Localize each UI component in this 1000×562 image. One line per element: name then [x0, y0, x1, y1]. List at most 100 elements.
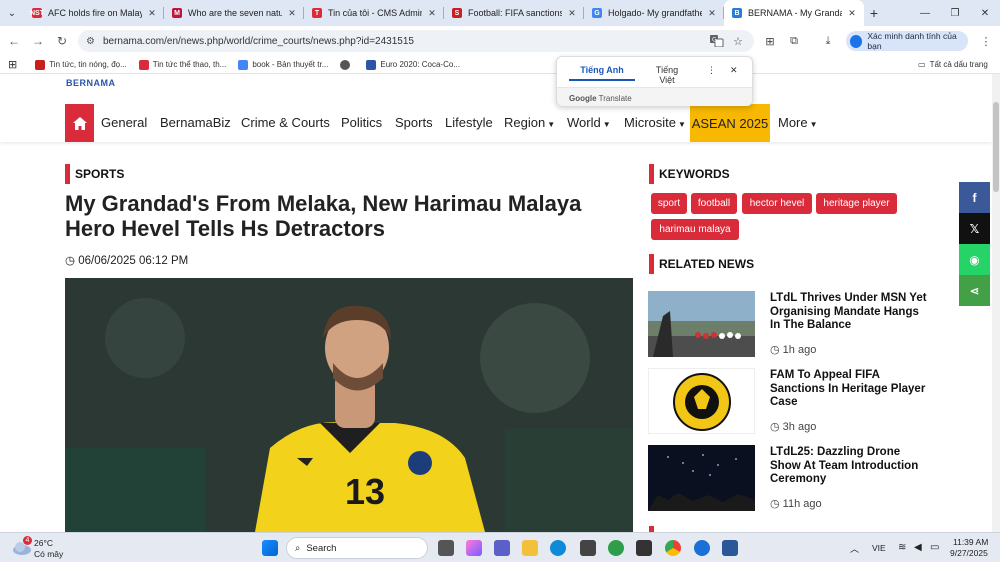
share-x-button[interactable]: 𝕏 — [959, 213, 990, 244]
reload-icon[interactable]: ↻ — [50, 29, 74, 53]
wifi-icon[interactable]: ≋ — [898, 542, 906, 553]
site-info-icon[interactable]: ⚙ — [86, 36, 95, 47]
tab-search-icon[interactable]: ⌄ — [0, 0, 24, 26]
address-bar[interactable]: ⚙ bernama.com/en/news.php/world/crime_co… — [78, 30, 754, 52]
nav-crime-courts[interactable]: Crime & Courts — [241, 115, 330, 130]
zalo-icon[interactable] — [694, 540, 710, 556]
nav-general[interactable]: General — [101, 115, 147, 130]
tab-close-icon[interactable]: ✕ — [846, 8, 858, 19]
browser-menu-icon[interactable]: ⋮ — [976, 30, 996, 52]
weather-widget[interactable]: 4 26°C Có mây — [10, 536, 80, 560]
bookmark-item[interactable]: Tin tức, tin nóng, đọ... — [35, 59, 127, 70]
translate-lang-target-tab[interactable]: Tiếng Việt — [647, 65, 687, 85]
browser-tab[interactable]: B BERNAMA - My Grandad's ✕ — [724, 0, 864, 26]
share-facebook-button[interactable]: f — [959, 182, 990, 213]
share-whatsapp-button[interactable]: ◉ — [959, 244, 990, 275]
tab-close-icon[interactable]: ✕ — [426, 8, 438, 19]
related-news-title[interactable]: LTdL25: Dazzling Drone Show At Team Intr… — [770, 446, 930, 487]
browser-tab[interactable]: S Football: FIFA sanctions: Fo ✕ — [444, 0, 584, 26]
scrollbar-thumb[interactable] — [993, 102, 999, 192]
nav-more[interactable]: More ▼ — [778, 115, 818, 130]
folder-icon: ▭ — [918, 60, 926, 69]
teams-icon[interactable] — [494, 540, 510, 556]
keyword-tag[interactable]: sport — [651, 193, 687, 214]
maximize-icon[interactable]: ❐ — [940, 0, 970, 26]
related-news-image[interactable] — [648, 291, 755, 357]
tab-close-icon[interactable]: ✕ — [286, 8, 298, 19]
bookmark-item[interactable] — [340, 59, 354, 70]
file-explorer-icon[interactable] — [522, 540, 538, 556]
back-icon[interactable]: ← — [2, 29, 26, 53]
nav-asean-2025[interactable]: ASEAN 2025 — [690, 104, 770, 142]
extensions-icon[interactable]: ⧉ — [784, 30, 804, 52]
minimize-icon[interactable]: — — [910, 0, 940, 26]
chrome-icon[interactable] — [665, 540, 681, 556]
edge-icon[interactable] — [550, 540, 566, 556]
bookmark-star-icon[interactable]: ☆ — [728, 30, 748, 52]
media-icon[interactable]: ⊞ — [760, 30, 780, 52]
home-button[interactable] — [65, 104, 94, 142]
new-tab-button[interactable]: + — [864, 5, 884, 21]
article-category-label[interactable]: SPORTS — [75, 167, 124, 181]
tray-chevron-icon[interactable]: ︿ — [850, 542, 859, 555]
nav-region[interactable]: Region ▼ — [504, 115, 555, 130]
related-news-image[interactable] — [648, 368, 755, 434]
tab-close-icon[interactable]: ✕ — [566, 8, 578, 19]
word-icon[interactable] — [722, 540, 738, 556]
caret-down-icon: ▼ — [678, 120, 686, 129]
app-green-icon[interactable] — [608, 540, 624, 556]
related-news-title[interactable]: FAM To Appeal FIFA Sanctions In Heritage… — [770, 369, 930, 410]
store-icon[interactable] — [580, 540, 596, 556]
bookmark-item[interactable]: Euro 2020: Coca-Co... — [366, 59, 460, 70]
clock-time[interactable]: 11:39 AM — [953, 537, 988, 547]
copilot-icon[interactable] — [466, 540, 482, 556]
nav-politics[interactable]: Politics — [341, 115, 382, 130]
nav-lifestyle[interactable]: Lifestyle — [445, 115, 493, 130]
svg-text:G: G — [712, 37, 717, 44]
taskbar-search[interactable]: ⌕ Search — [286, 537, 428, 559]
translate-close-icon[interactable]: ✕ — [730, 65, 738, 81]
tab-list: NST AFC holds fire on Malaysia ✕ M Who are t… — [24, 0, 864, 26]
translate-options-icon[interactable]: ⋮ — [707, 65, 716, 81]
volume-icon[interactable]: ◀ — [914, 542, 922, 553]
keyword-tag[interactable]: harimau malaya — [651, 219, 739, 240]
page-scrollbar[interactable] — [992, 74, 1000, 536]
profile-verify-button[interactable]: Xác minh danh tính của bạn — [846, 31, 968, 51]
input-lang[interactable]: VIE — [872, 543, 886, 553]
share-generic-button[interactable]: ⋖ — [959, 275, 990, 306]
forward-icon[interactable]: → — [26, 29, 50, 53]
all-bookmarks-button[interactable]: ▭ Tất cả dấu trang — [918, 60, 988, 69]
browser-tab[interactable]: T Tin của tôi - CMS Admin ✕ — [304, 0, 444, 26]
apps-grid-icon[interactable]: ⊞ — [8, 58, 17, 71]
browser-tab[interactable]: G Holgado- My grandfather ✕ — [584, 0, 724, 26]
translate-lang-source-tab[interactable]: Tiếng Anh — [569, 65, 635, 81]
browser-tab[interactable]: M Who are the seven naturali ✕ — [164, 0, 304, 26]
related-news-title[interactable]: LTdL Thrives Under MSN Yet Organising Ma… — [770, 292, 930, 333]
battery-icon[interactable]: ▭ — [930, 542, 939, 553]
related-news-heading-label: RELATED NEWS — [659, 257, 755, 271]
task-view-icon[interactable] — [438, 540, 454, 556]
nav-bernamabiz[interactable]: BernamaBiz — [160, 115, 231, 130]
related-news-image[interactable] — [648, 445, 755, 511]
translate-icon[interactable]: G — [707, 30, 727, 52]
bookmark-favicon-icon — [138, 59, 149, 70]
nav-world[interactable]: World ▼ — [567, 115, 611, 130]
home-icon — [72, 116, 87, 130]
app-dark-icon[interactable] — [636, 540, 652, 556]
download-icon[interactable]: ⤓ — [818, 30, 838, 52]
browser-tab[interactable]: NST AFC holds fire on Malaysia ✕ — [24, 0, 164, 26]
tab-close-icon[interactable]: ✕ — [706, 8, 718, 19]
bookmark-item[interactable]: Tin tức thể thao, th... — [138, 59, 226, 70]
site-logo[interactable]: BERNAMA — [66, 78, 116, 88]
nav-sports[interactable]: Sports — [395, 115, 433, 130]
bookmark-item[interactable]: book - Bản thuyết tr... — [238, 59, 328, 70]
keyword-tag[interactable]: heritage player — [816, 193, 897, 214]
bookmarks-bar: ⊞ Tin tức, tin nóng, đọ... Tin tức thể th… — [0, 56, 1000, 74]
start-icon[interactable] — [262, 540, 278, 556]
tab-close-icon[interactable]: ✕ — [146, 8, 158, 19]
close-window-icon[interactable]: ✕ — [970, 0, 1000, 26]
nav-microsite[interactable]: Microsite ▼ — [624, 115, 686, 130]
keyword-tag[interactable]: hector hevel — [742, 193, 812, 214]
keyword-tag[interactable]: football — [691, 193, 737, 214]
clock-date[interactable]: 9/27/2025 — [950, 548, 988, 558]
